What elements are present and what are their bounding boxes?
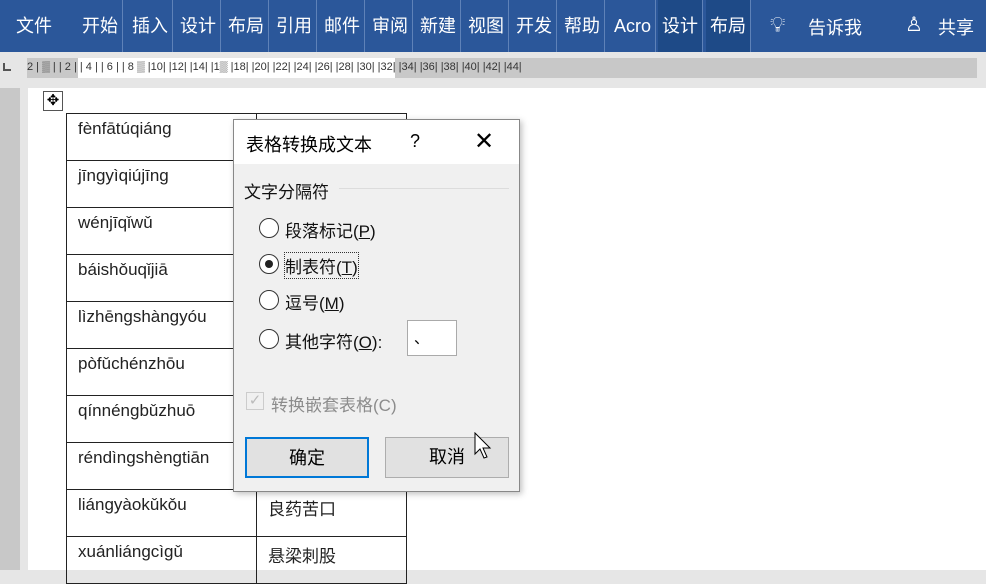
separator-radio[interactable] — [259, 254, 279, 274]
option-text: 制表符( — [285, 258, 342, 277]
separator-option-label[interactable]: 段落标记(P) — [285, 217, 376, 242]
lightbulb-icon[interactable]: 💡︎ — [770, 12, 785, 38]
tell-me-button[interactable]: 告诉我 — [808, 14, 862, 40]
close-icon[interactable]: ✕ — [474, 127, 494, 156]
option-accesskey: M — [324, 294, 339, 313]
other-char-input[interactable]: 、 — [407, 320, 457, 356]
option-accesskey: T — [341, 258, 353, 277]
table-move-handle-icon[interactable]: ✥ — [43, 91, 63, 111]
ribbon-tab[interactable]: 文件 — [12, 0, 56, 52]
table-cell[interactable]: 悬梁刺股 — [256, 536, 407, 584]
option-text-end: ) — [352, 258, 358, 277]
ribbon-tab[interactable]: 插入 — [128, 0, 173, 52]
horizontal-ruler[interactable]: 2 | ▒ | | 2 | | 4 | | 6 | | 8 ▒ |10| |12… — [0, 55, 986, 81]
table-cell[interactable]: qínnéngbǔzhuō — [66, 395, 257, 443]
option-text: 段落标记( — [285, 222, 359, 241]
ribbon-tab[interactable]: 新建 — [416, 0, 461, 52]
ok-button[interactable]: 确定 — [245, 437, 369, 478]
ribbon-tab[interactable]: 开始 — [78, 0, 123, 52]
nested-table-label: 转换嵌套表格(C) — [271, 396, 397, 415]
separator-radio[interactable] — [259, 218, 279, 238]
tab-stop-icon[interactable] — [3, 63, 11, 71]
table-cell[interactable]: lìzhēngshàngyóu — [66, 301, 257, 349]
ribbon-tab[interactable]: Acro — [610, 0, 657, 52]
ribbon: 文件 开始 插入 设计 布局 引用 邮件 审阅 新建 视图 开发 帮助 Acro 设计 布局 💡︎ 告诉我 … — [0, 0, 986, 52]
ribbon-tab[interactable]: 引用 — [272, 0, 317, 52]
option-text: 逗号( — [285, 294, 325, 313]
option-text: 其他字符( — [285, 333, 359, 352]
option-text-end: ) — [370, 222, 376, 241]
table-cell[interactable]: wénjīqǐwǔ — [66, 207, 257, 255]
separator-option-label[interactable]: 其他字符(O): — [285, 328, 382, 353]
ribbon-tab[interactable]: 开发 — [512, 0, 557, 52]
ribbon-tab[interactable]: 邮件 — [320, 0, 365, 52]
table-cell[interactable]: báishǒuqǐjiā — [66, 254, 257, 302]
ribbon-tab[interactable]: 设计 — [176, 0, 221, 52]
ribbon-tab[interactable]: 布局 — [706, 0, 751, 52]
share-button[interactable]: 共享 — [938, 14, 974, 40]
help-button[interactable]: ? — [410, 131, 420, 152]
table-cell[interactable]: réndìngshèngtiān — [66, 442, 257, 490]
table-cell[interactable]: xuánliángcìgǔ — [66, 536, 257, 584]
ribbon-tab[interactable]: 帮助 — [560, 0, 605, 52]
person-icon: ♙ — [905, 14, 923, 36]
table-row: liángyàokǔkǒu 良药苦口 — [66, 489, 407, 537]
separator-radio[interactable] — [259, 290, 279, 310]
ribbon-tab[interactable]: 视图 — [464, 0, 509, 52]
option-text-end: ) — [338, 294, 345, 313]
ribbon-tab[interactable]: 审阅 — [368, 0, 413, 52]
table-cell[interactable]: jīngyìqiújīng — [66, 160, 257, 208]
separator-radio[interactable] — [259, 329, 279, 349]
table-row: xuánliángcìgǔ 悬梁刺股 — [66, 536, 407, 584]
table-cell[interactable]: 良药苦口 — [256, 489, 407, 537]
table-cell[interactable]: pòfǔchénzhōu — [66, 348, 257, 396]
table-cell[interactable]: liángyàokǔkǒu — [66, 489, 257, 537]
separator-option-label[interactable]: 逗号(M) — [285, 289, 345, 314]
ribbon-tab[interactable]: 布局 — [224, 0, 269, 52]
group-divider — [339, 188, 509, 189]
ruler-labels: 2 | ▒ | | 2 | | 4 | | 6 | | 8 ▒ |10| |12… — [27, 61, 522, 73]
table-cell[interactable]: fènfātúqiáng — [66, 113, 257, 161]
option-accesskey: O — [358, 333, 372, 352]
separator-group-label: 文字分隔符 — [244, 183, 329, 202]
option-accesskey: P — [358, 222, 371, 241]
vertical-ruler[interactable] — [0, 88, 20, 570]
ribbon-tab[interactable]: 设计 — [658, 0, 703, 52]
separator-option-label[interactable]: 制表符(T) — [284, 252, 359, 279]
option-text-end: ): — [371, 333, 383, 352]
dialog-title: 表格转换成文本 — [246, 135, 372, 155]
nested-table-checkbox[interactable]: ✓ — [246, 392, 264, 410]
